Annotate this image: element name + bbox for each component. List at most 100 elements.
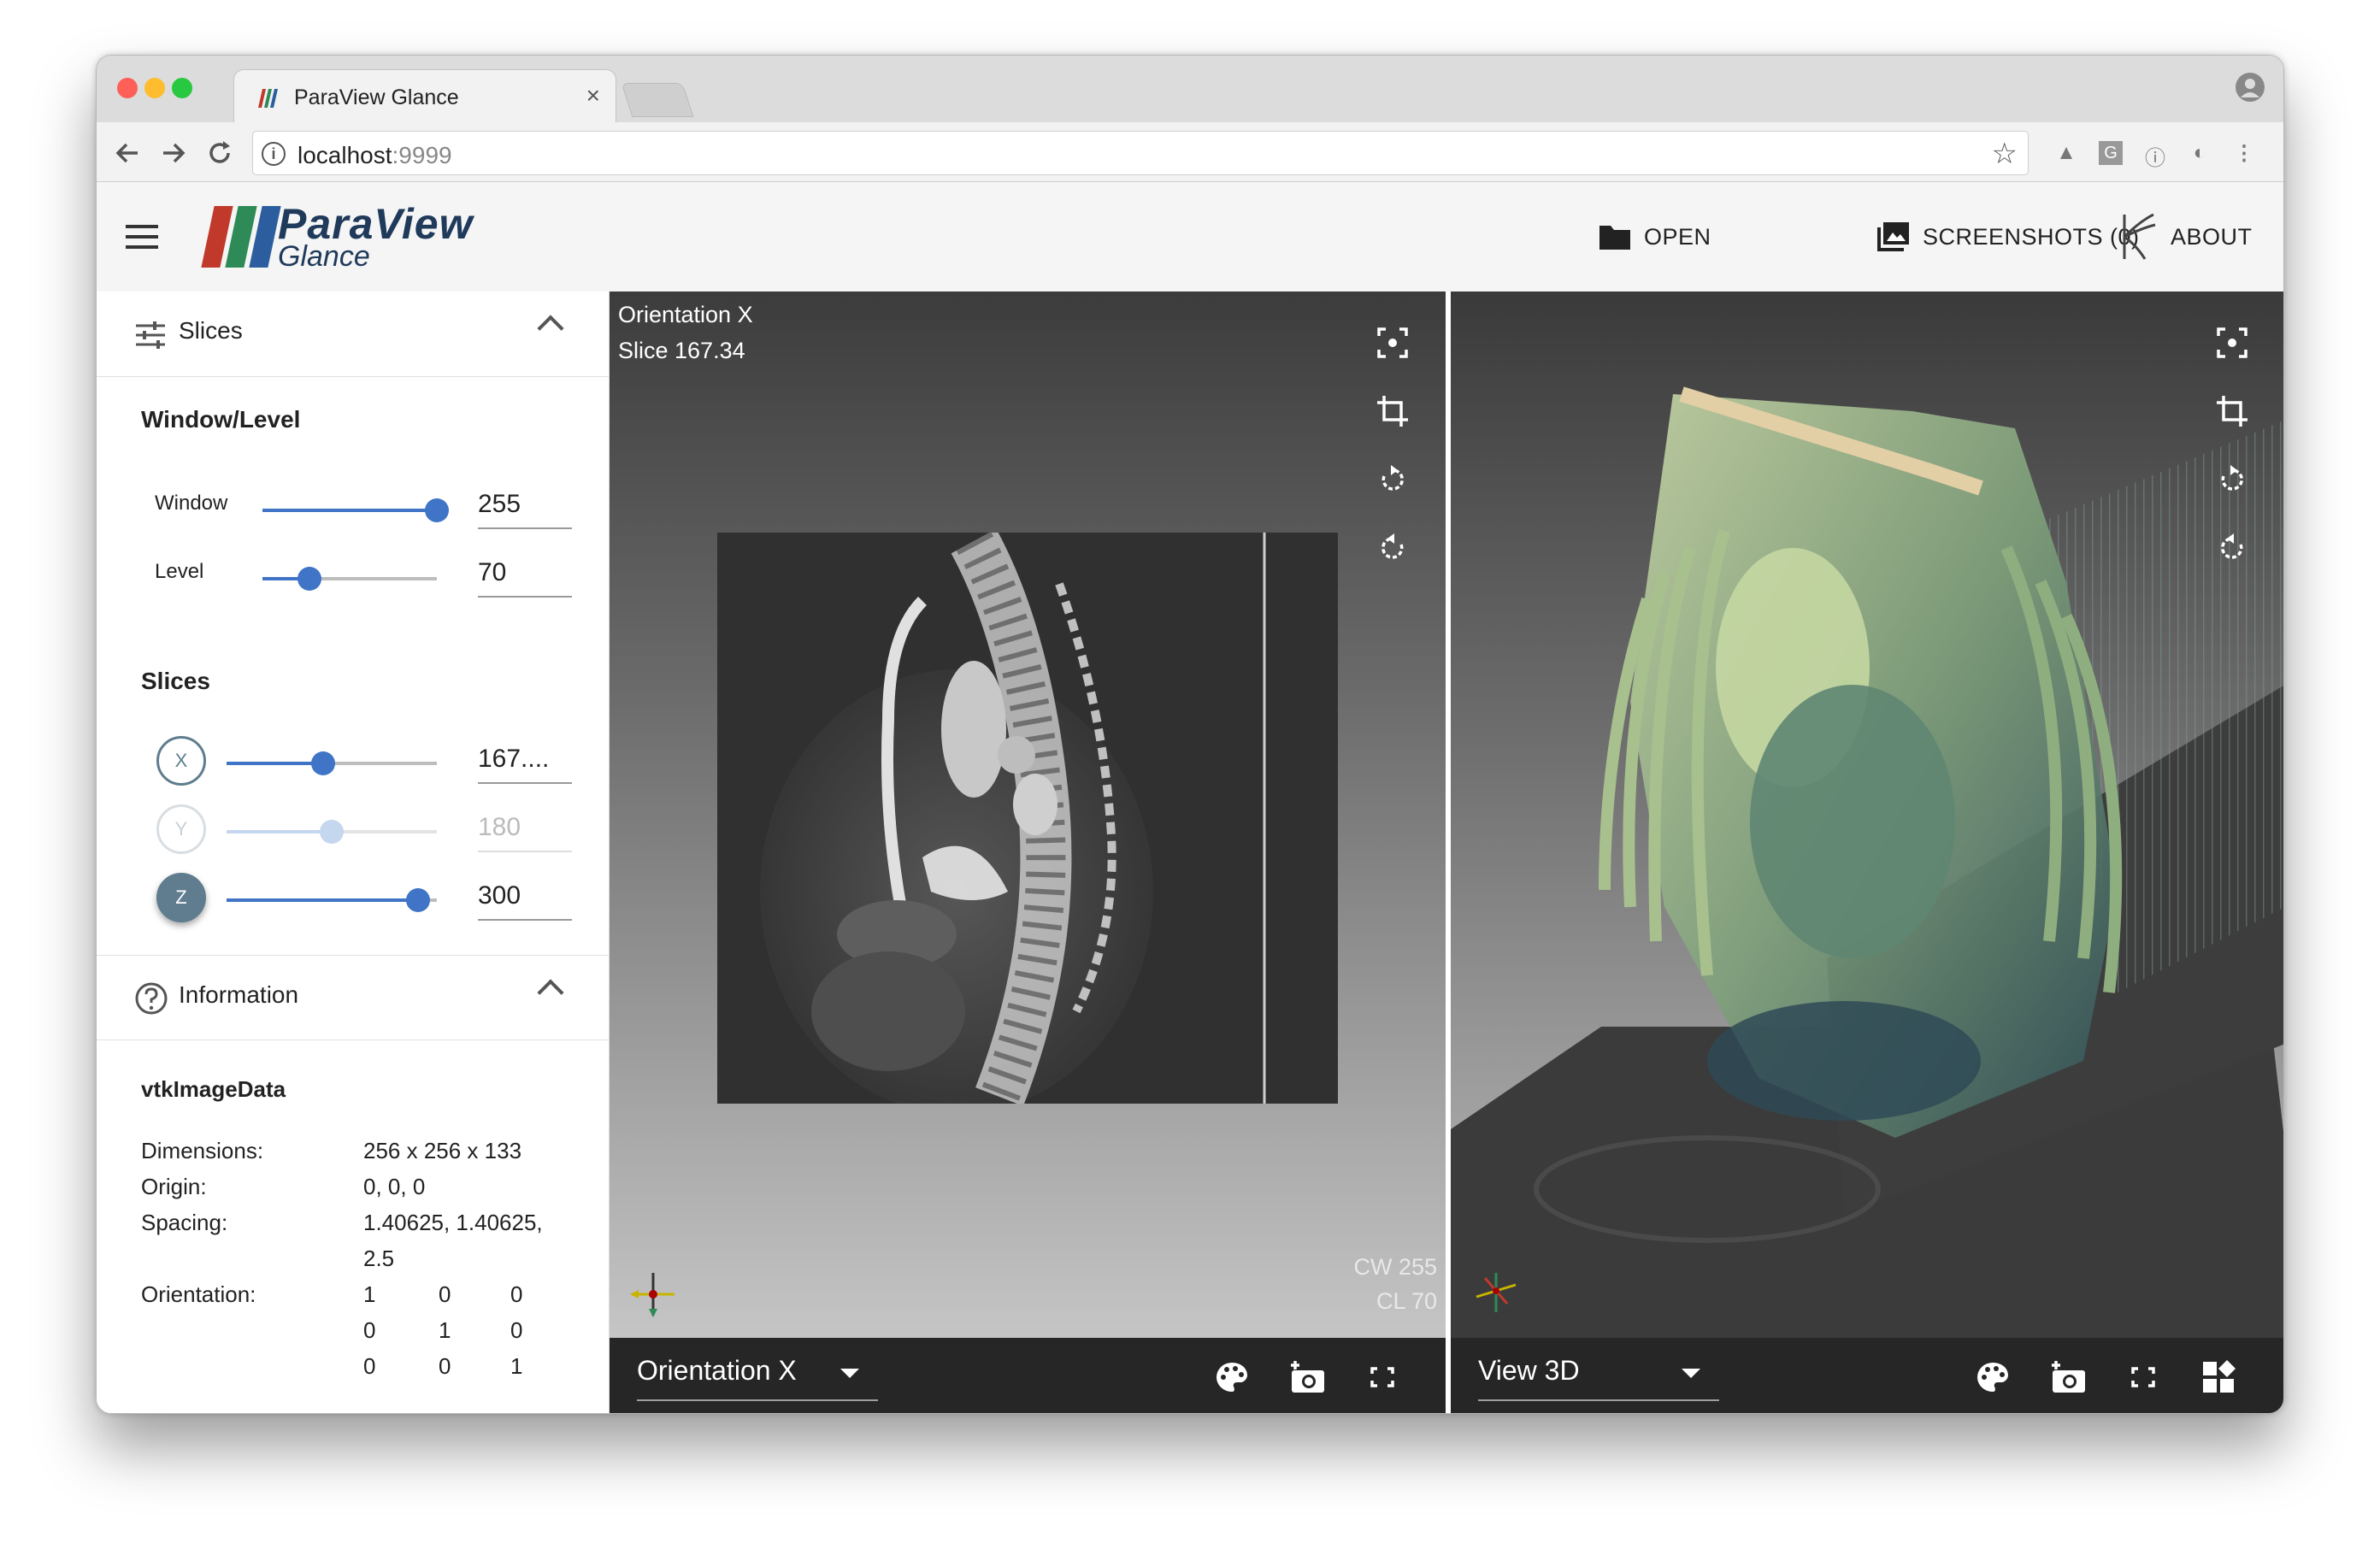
slice-z-value-field[interactable]: 300 <box>478 863 572 921</box>
collapse-chevron-icon[interactable] <box>537 315 564 342</box>
slice-x-slider-thumb[interactable] <box>311 751 336 775</box>
information-section-header[interactable]: Information <box>97 955 610 1040</box>
orientation-cell: 0 <box>363 1353 376 1379</box>
tab-title: ParaView Glance <box>294 85 459 109</box>
url-port: :9999 <box>392 142 452 168</box>
open-label: OPEN <box>1644 223 1711 250</box>
rotate-right-icon[interactable] <box>2215 531 2249 565</box>
ct-slice-image[interactable] <box>717 533 1338 1104</box>
information-header-label: Information <box>179 981 299 1008</box>
view-toolbar-left: Orientation X <box>610 1338 1446 1413</box>
window-slider[interactable] <box>262 498 449 522</box>
crop-icon[interactable] <box>1376 394 1410 428</box>
paraview-glance-logo: ParaView Glance <box>199 200 473 273</box>
dropdown-arrow-icon <box>840 1369 859 1378</box>
slices-section-header[interactable]: Slices <box>97 292 610 377</box>
slice-view-x[interactable]: Orientation X Slice 167.34 CW 255 CL 70 … <box>610 292 1446 1413</box>
view-type-select[interactable]: View 3D <box>1478 1350 1719 1401</box>
browser-tab[interactable]: ParaView Glance × <box>233 69 616 124</box>
kitware-icon <box>2123 213 2156 260</box>
app-toolbar: ParaView Glance OPEN SCREENSHOTS (0) ABO… <box>97 182 2283 292</box>
crop-icon[interactable] <box>2215 394 2249 428</box>
window-label: Window <box>155 492 228 515</box>
orientation-cell: 0 <box>439 1281 451 1307</box>
slices-header-label: Slices <box>179 317 243 344</box>
about-label: ABOUT <box>2171 223 2253 250</box>
slice-y-value-field[interactable]: 180 <box>478 794 572 852</box>
slice-z-slider[interactable] <box>227 888 437 912</box>
orientation-axes-icon <box>1476 1273 1517 1312</box>
orientation-cell: 0 <box>439 1353 451 1379</box>
view-slice-text: Slice 167.34 <box>618 338 745 363</box>
add-screenshot-icon[interactable] <box>1288 1360 1326 1394</box>
view-3d[interactable]: View 3D <box>1451 292 2283 1413</box>
view-type-select[interactable]: Orientation X <box>637 1350 878 1401</box>
url-text[interactable]: localhost:9999 <box>298 142 452 169</box>
slice-x-value-field[interactable]: 167.... <box>478 726 572 784</box>
fullscreen-icon[interactable] <box>2124 1360 2162 1394</box>
level-value-field[interactable]: 70 <box>478 539 572 598</box>
window-slider-thumb[interactable] <box>425 498 449 522</box>
rotate-left-icon[interactable] <box>2215 462 2249 497</box>
slice-x-slider[interactable] <box>227 751 437 775</box>
onepassword-extension-icon[interactable]: ⓘ <box>2143 141 2167 170</box>
rotate-left-icon[interactable] <box>1376 462 1410 497</box>
maximize-window-button[interactable] <box>172 78 192 98</box>
view-toolbar-right: View 3D <box>1451 1338 2283 1413</box>
slice-y-slider-thumb[interactable] <box>320 820 344 844</box>
address-bar[interactable]: i localhost:9999 ☆ <box>252 131 2029 175</box>
reload-icon[interactable] <box>204 138 235 168</box>
tab-close-icon[interactable]: × <box>586 82 600 109</box>
reset-camera-icon[interactable] <box>2215 326 2249 360</box>
site-info-icon[interactable]: i <box>262 142 286 166</box>
back-icon[interactable] <box>112 138 143 168</box>
spacing-value-line1: 1.40625, 1.40625, <box>363 1210 543 1235</box>
orientation-cell: 0 <box>510 1281 523 1307</box>
drive-extension-icon[interactable]: ▲ <box>2054 141 2078 165</box>
level-slider-thumb[interactable] <box>298 567 322 591</box>
reset-camera-icon[interactable] <box>1376 326 1410 360</box>
brand-glance: Glance <box>278 240 370 273</box>
origin-label: Origin: <box>141 1174 207 1199</box>
slice-y-slider[interactable] <box>227 820 437 844</box>
url-host: localhost <box>298 142 392 168</box>
screenshots-label: SCREENSHOTS (0) <box>1923 223 2140 250</box>
open-button[interactable]: OPEN <box>1598 220 1711 254</box>
volume-render <box>1451 386 2283 1338</box>
orientation-cell: 1 <box>510 1353 523 1379</box>
slice-x-toggle[interactable]: X <box>156 736 206 786</box>
screenshots-button[interactable]: SCREENSHOTS (0) <box>1876 220 2140 254</box>
level-label: Level <box>155 560 204 583</box>
color-window-text: CW 255 <box>1353 1254 1437 1280</box>
view-type-value: Orientation X <box>637 1355 797 1386</box>
add-screenshot-icon[interactable] <box>2049 1360 2087 1394</box>
fullscreen-icon[interactable] <box>1364 1360 1401 1394</box>
palette-icon[interactable] <box>1213 1360 1251 1394</box>
grammarly-extension-icon[interactable]: G <box>2099 141 2123 165</box>
rotate-right-icon[interactable] <box>1376 531 1410 565</box>
level-slider[interactable] <box>262 567 437 591</box>
about-button[interactable]: ABOUT <box>2119 213 2253 260</box>
origin-value: 0, 0, 0 <box>363 1174 426 1199</box>
slice-y-toggle[interactable]: Y <box>156 804 206 854</box>
menu-icon[interactable] <box>126 225 158 249</box>
close-window-button[interactable] <box>117 78 138 98</box>
collapse-chevron-icon[interactable] <box>537 979 564 1006</box>
view-orientation-text: Orientation X <box>618 302 753 327</box>
new-tab-button[interactable] <box>621 83 694 117</box>
circle-extension-icon[interactable]: ◐ <box>2188 141 2212 165</box>
orientation-cell: 0 <box>510 1317 523 1343</box>
slice-z-slider-thumb[interactable] <box>405 888 430 912</box>
minimize-window-button[interactable] <box>144 78 165 98</box>
layout-grid-icon[interactable] <box>2200 1360 2237 1394</box>
forward-icon[interactable] <box>158 138 189 168</box>
bookmark-star-icon[interactable]: ☆ <box>1992 137 2018 171</box>
help-circle-icon <box>135 982 168 1015</box>
profile-icon[interactable] <box>2236 73 2265 102</box>
slice-z-toggle[interactable]: Z <box>156 873 206 922</box>
window-value-field[interactable]: 255 <box>478 471 572 529</box>
slices-title: Slices <box>141 668 210 694</box>
control-panel: Slices Window/Level Window 255 Level 70 … <box>97 292 610 1413</box>
palette-icon[interactable] <box>1974 1360 2012 1394</box>
browser-menu-icon[interactable]: ⋮ <box>2232 141 2256 165</box>
